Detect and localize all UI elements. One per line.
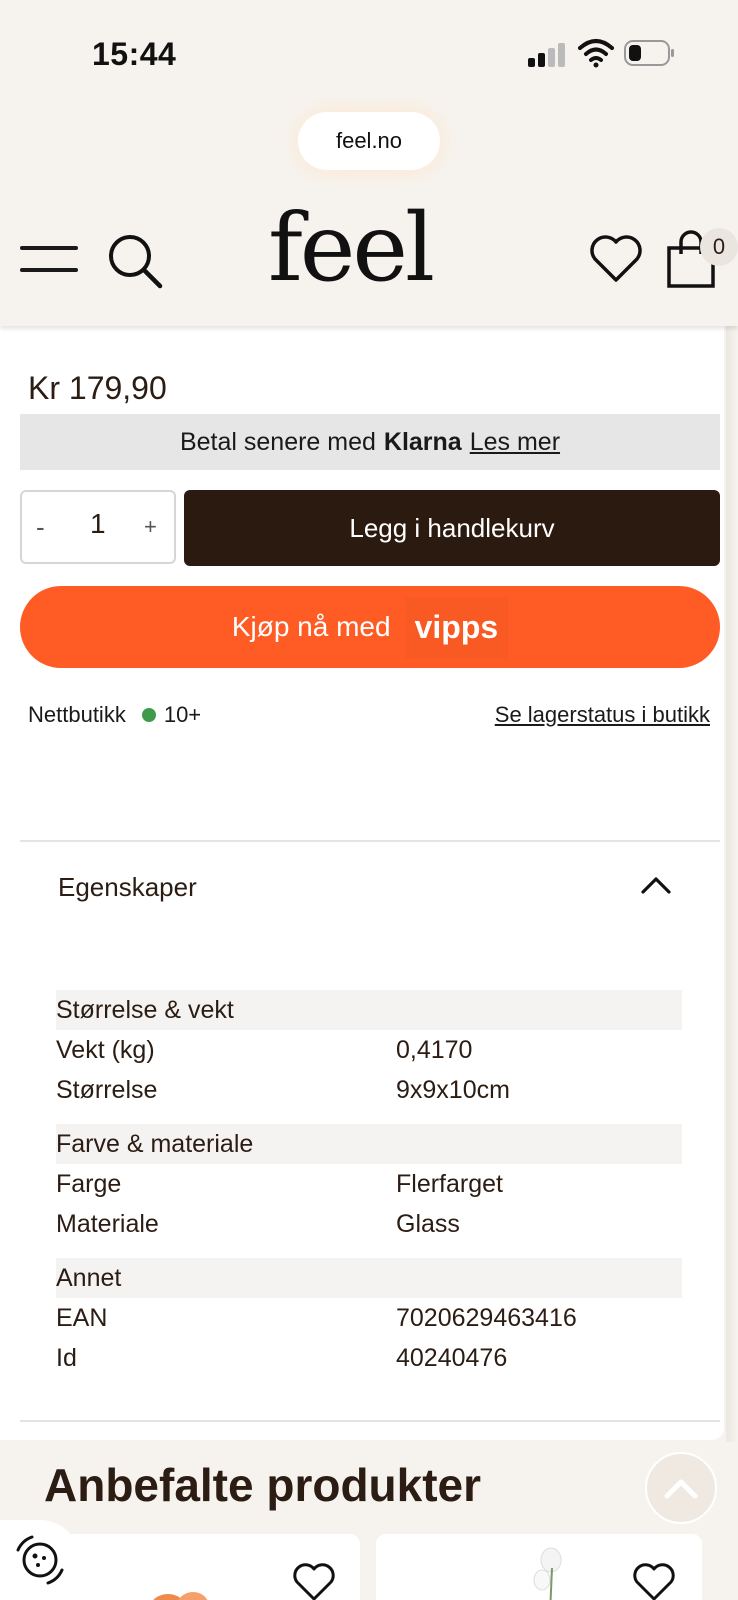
search-icon[interactable] <box>106 232 164 290</box>
klarna-brand: Klarna <box>383 427 462 456</box>
spec-key: Id <box>56 1344 77 1372</box>
spec-group-title: Annet <box>56 1258 682 1298</box>
product-card[interactable] <box>62 1534 360 1600</box>
spec-key: Størrelse <box>56 1076 158 1104</box>
status-bar: 15:44 <box>0 0 738 100</box>
spec-group: Størrelse & vekt Vekt (kg) 0,4170 Større… <box>56 990 682 1110</box>
spec-row: Størrelse 9x9x10cm <box>56 1070 682 1110</box>
spec-key: Materiale <box>56 1210 159 1238</box>
spec-value: 9x9x10cm <box>396 1076 510 1104</box>
wishlist-heart-icon[interactable] <box>632 1562 676 1600</box>
divider <box>20 1420 720 1422</box>
spec-key: EAN <box>56 1304 108 1332</box>
cellular-signal-icon <box>528 43 568 67</box>
hamburger-menu-icon[interactable] <box>20 246 78 274</box>
cookie-settings-button[interactable] <box>0 1520 80 1600</box>
spec-row: Farge Flerfarget <box>56 1164 682 1204</box>
wishlist-heart-icon[interactable] <box>292 1562 336 1600</box>
divider <box>20 840 720 842</box>
cart-count-badge[interactable]: 0 <box>700 228 738 266</box>
klarna-read-more-link[interactable]: Les mer <box>470 428 560 457</box>
spec-key: Vekt (kg) <box>56 1036 155 1064</box>
product-price: Kr 179,90 <box>28 370 167 406</box>
spec-group-title: Størrelse & vekt <box>56 990 682 1030</box>
cookie-icon <box>16 1535 64 1585</box>
store-stock-link[interactable]: Se lagerstatus i butikk <box>495 702 710 728</box>
recommended-products-title: Anbefalte produkter <box>44 1459 482 1511</box>
spec-value: Flerfarget <box>396 1170 503 1198</box>
spec-group: Farve & materiale Farge Flerfarget Mater… <box>56 1124 682 1244</box>
chevron-up-icon <box>664 1479 698 1499</box>
chevron-up-icon[interactable] <box>640 874 672 896</box>
wishlist-heart-icon[interactable] <box>588 232 644 284</box>
status-time: 15:44 <box>92 36 177 72</box>
page-scroll-edge <box>726 192 738 1442</box>
properties-accordion-title[interactable]: Egenskaper <box>58 872 197 903</box>
spec-group: Annet EAN 7020629463416 Id 40240476 <box>56 1258 682 1378</box>
stock-label: Nettbutikk <box>28 702 126 727</box>
spec-value: Glass <box>396 1210 460 1238</box>
klarna-text: Betal senere med <box>179 427 376 456</box>
quantity-increase-button[interactable]: + <box>144 514 157 540</box>
product-image <box>533 1547 562 1600</box>
spec-row: Vekt (kg) 0,4170 <box>56 1030 682 1070</box>
site-header: feel 0 <box>0 192 738 326</box>
product-card[interactable] <box>376 1534 702 1600</box>
properties-table: Størrelse & vekt Vekt (kg) 0,4170 Større… <box>56 990 682 1392</box>
spec-key: Farge <box>56 1170 122 1198</box>
product-image <box>153 1592 208 1600</box>
spec-value: 40240476 <box>396 1344 508 1372</box>
vipps-logo: vipps <box>404 596 509 658</box>
wifi-icon <box>578 39 614 68</box>
quantity-decrease-button[interactable]: - <box>36 512 45 543</box>
spec-row: EAN 7020629463416 <box>56 1298 682 1338</box>
spec-value: 7020629463416 <box>396 1304 577 1332</box>
product-details: Kr 179,90 Betal senere med Klarna Les me… <box>0 326 724 1440</box>
vipps-buy-now-button[interactable]: Kjøp nå med vipps <box>20 586 720 668</box>
add-to-cart-button[interactable]: Legg i handlekurv <box>184 490 720 566</box>
spec-row: Id 40240476 <box>56 1338 682 1378</box>
site-logo[interactable]: feel <box>260 202 440 296</box>
quantity-input[interactable]: 1 <box>90 508 106 540</box>
address-bar[interactable]: feel.no <box>298 112 440 170</box>
vipps-button-label: Kjøp nå med <box>231 611 391 642</box>
stock-count: 10+ <box>163 702 202 727</box>
online-stock-status: Nettbutikk 10+ <box>28 702 201 728</box>
scroll-to-top-button[interactable] <box>645 1452 717 1524</box>
quantity-stepper: - 1 + <box>20 490 176 564</box>
battery-icon <box>624 40 674 66</box>
url-text: feel.no <box>335 128 403 153</box>
spec-row: Materiale Glass <box>56 1204 682 1244</box>
spec-group-title: Farve & materiale <box>56 1124 682 1164</box>
klarna-banner: Betal senere med Klarna Les mer <box>20 414 720 470</box>
in-stock-dot-icon <box>141 708 156 722</box>
spec-value: 0,4170 <box>396 1036 473 1064</box>
